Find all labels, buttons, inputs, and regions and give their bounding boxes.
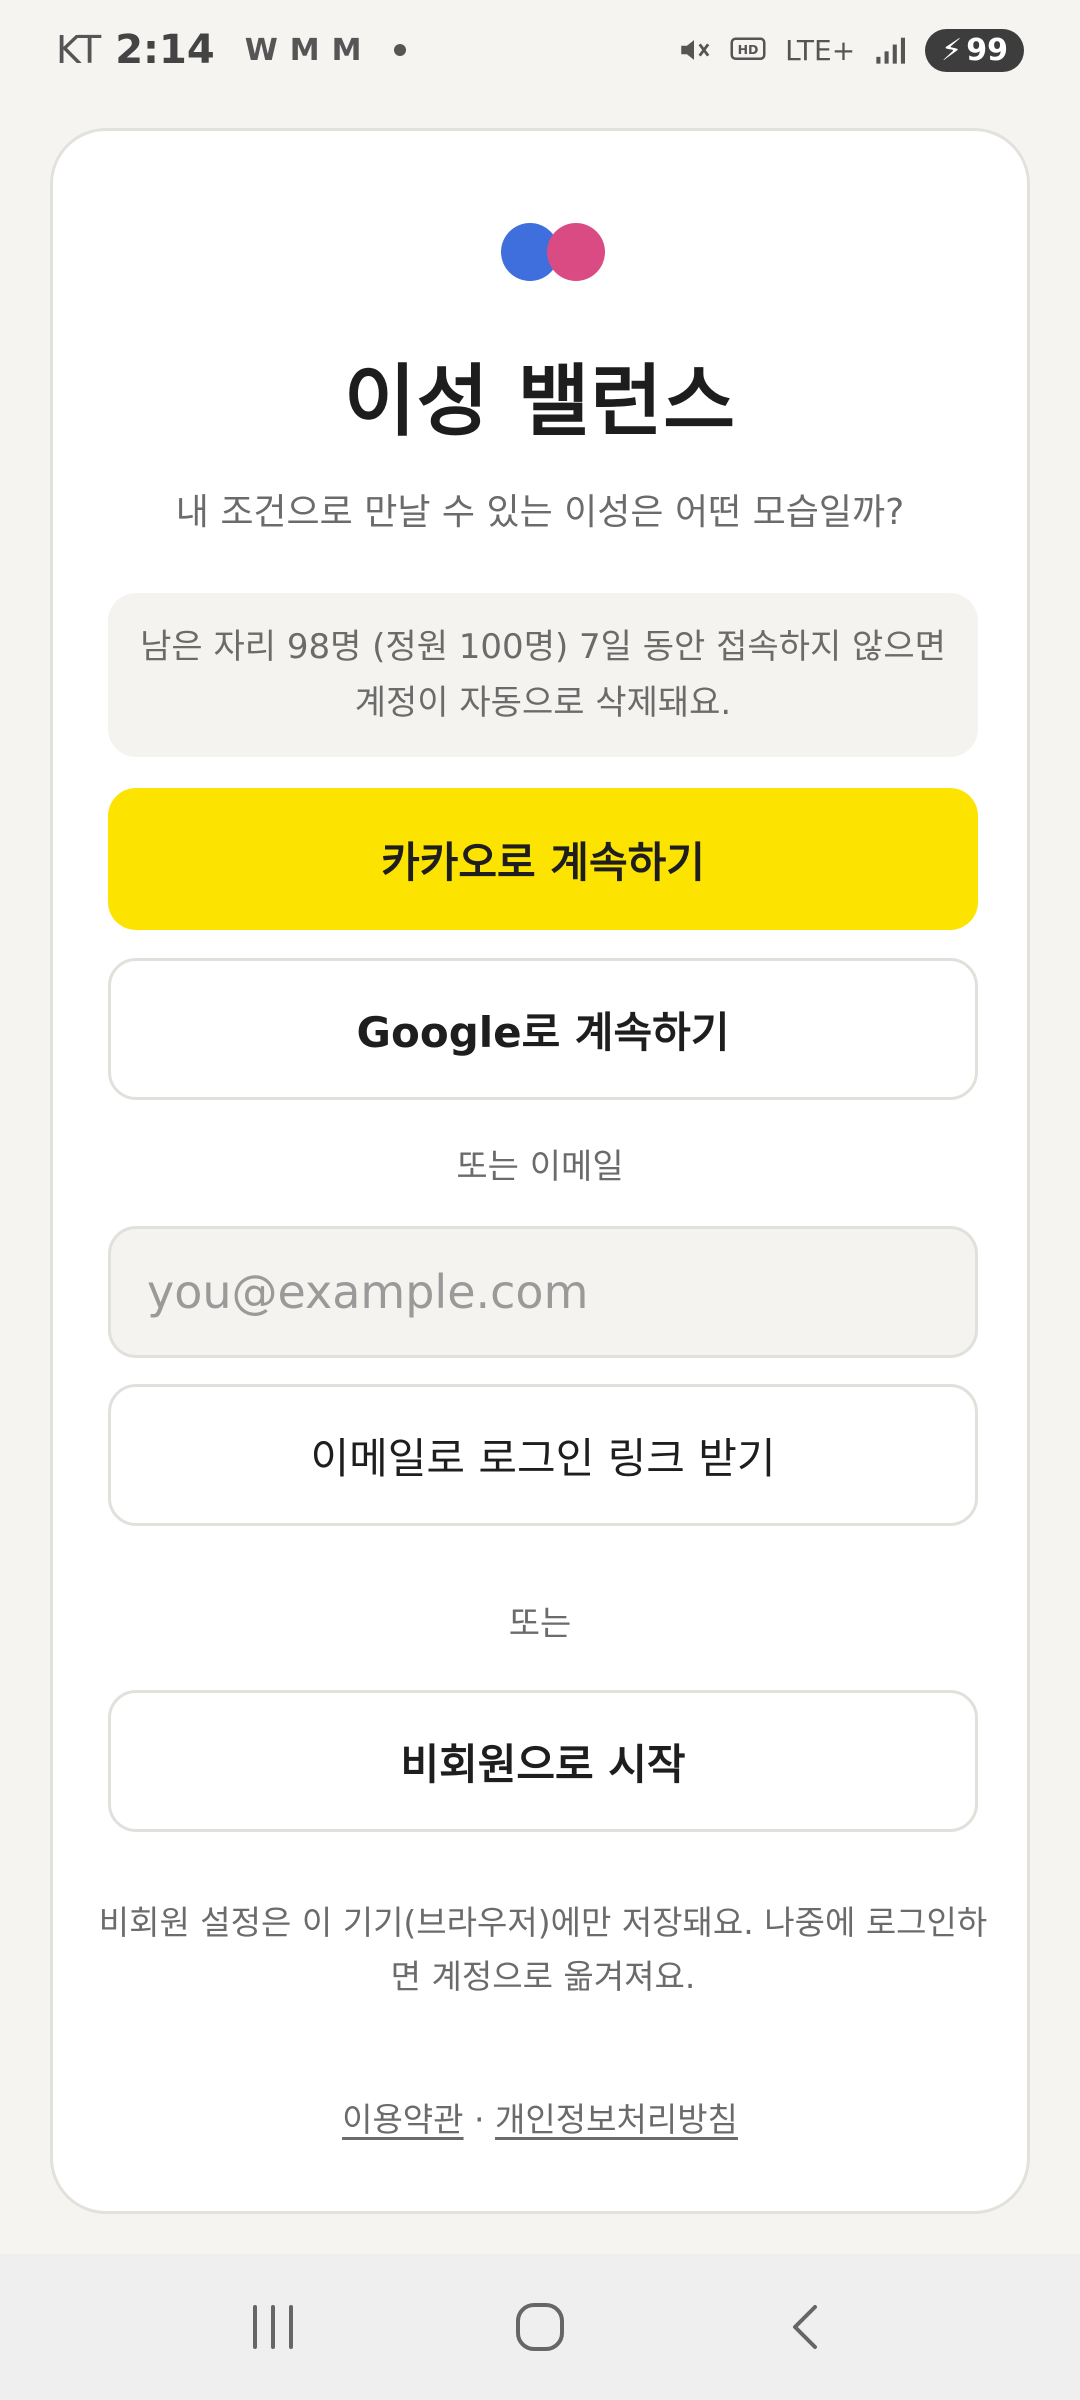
charging-icon: ⚡ (941, 32, 963, 68)
or-divider: 또는 (508, 1604, 572, 1644)
clock: 2:14 (115, 27, 215, 73)
guest-note: 비회원 설정은 이 기기(브라우저)에만 저장돼요. 나중에 로그인하면 계정으… (98, 1903, 988, 1996)
signal-icon (876, 37, 906, 64)
email-input[interactable] (108, 1226, 978, 1358)
capacity-notice-text: 남은 자리 98명 (정원 100명) 7일 동안 접속하지 않으면 계정이 자… (140, 627, 946, 723)
kakao-login-button[interactable]: 카카오로 계속하기 (108, 788, 978, 930)
battery-indicator: ⚡ 99 (925, 28, 1024, 72)
back-button[interactable] (762, 2282, 852, 2372)
back-icon (792, 2305, 817, 2349)
recent-apps-button[interactable] (228, 2282, 318, 2372)
system-navigation-bar (0, 2254, 1080, 2400)
home-button[interactable] (495, 2282, 585, 2372)
privacy-link[interactable]: 개인정보처리방침 (495, 2100, 738, 2139)
app-logo-icon (501, 223, 605, 281)
status-bar: KT 2:14 W M M HD LTE+ ⚡ 99 (0, 0, 1080, 100)
google-login-button[interactable]: Google로 계속하기 (108, 958, 978, 1100)
carrier-label: KT (56, 28, 102, 72)
terms-link[interactable]: 이용약관 (342, 2100, 463, 2139)
notification-w-icon: W (244, 32, 278, 68)
home-icon (515, 2303, 564, 2351)
battery-level: 99 (966, 32, 1008, 68)
logo-pink-circle (547, 223, 605, 281)
notification-m2-icon: M (331, 32, 362, 68)
email-link-button[interactable]: 이메일로 로그인 링크 받기 (108, 1384, 978, 1526)
notification-icons: W M M (245, 33, 406, 68)
guest-start-button[interactable]: 비회원으로 시작 (108, 1690, 978, 1832)
more-notifications-icon (393, 44, 406, 56)
page-title: 이성 밸런스 (344, 357, 736, 447)
hd-icon: HD (730, 37, 766, 60)
svg-text:HD: HD (738, 42, 759, 57)
login-card: 이성 밸런스 내 조건으로 만날 수 있는 이성은 어떤 모습일까? 남은 자리… (50, 128, 1030, 2214)
mute-icon (681, 40, 710, 60)
notification-m-icon: M (289, 32, 320, 68)
recent-apps-icon (253, 2305, 294, 2349)
footer-links: 이용약관 · 개인정보처리방침 (53, 2093, 1027, 2141)
network-type-icon: LTE+ (785, 33, 856, 67)
page-subtitle: 내 조건으로 만날 수 있는 이성은 어떤 모습일까? (175, 492, 905, 533)
or-email-divider: 또는 이메일 (456, 1147, 624, 1187)
link-separator: · (474, 2100, 485, 2139)
capacity-notice: 남은 자리 98명 (정원 100명) 7일 동안 접속하지 않으면 계정이 자… (108, 593, 978, 757)
